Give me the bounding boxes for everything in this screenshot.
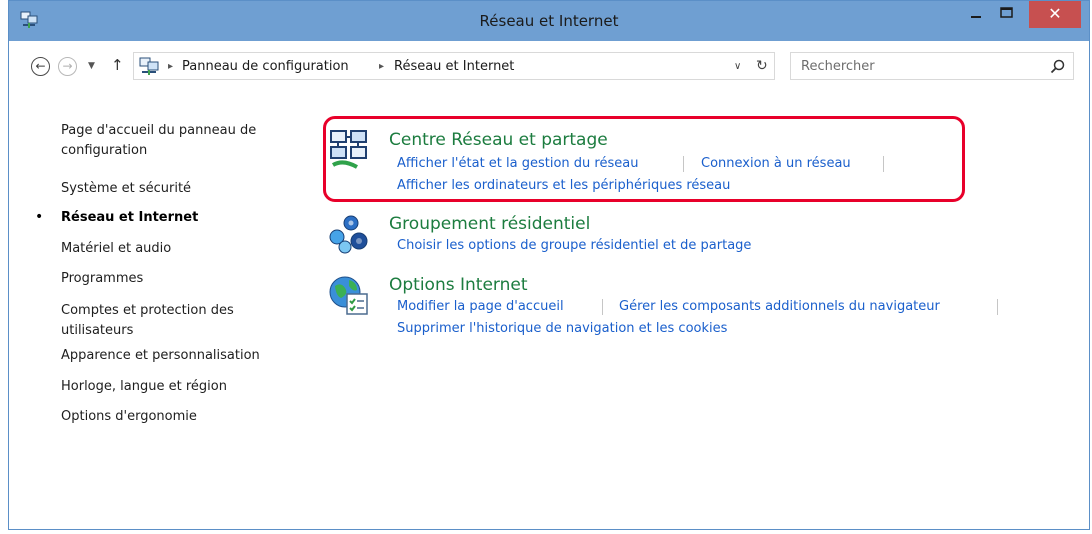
control-panel-location-icon [139,57,159,75]
sidebar-item-system-security[interactable]: Système et sécurité [61,179,191,199]
link-manage-addons[interactable]: Gérer les composants additionnels du nav… [619,297,940,317]
breadcrumb-separator-icon[interactable]: ▸ [379,53,384,80]
title-bar[interactable]: Réseau et Internet ✕ [9,1,1089,41]
sidebar-item-user-accounts[interactable]: Comptes et protection des utilisateurs [61,301,234,341]
breadcrumb-network-internet[interactable]: Réseau et Internet [394,53,514,80]
up-button[interactable]: ↑ [111,56,124,75]
navigation-bar: ← → ▼ ↑ ▸ Panneau de configuration ▸ Rés… [9,52,1089,80]
sidebar-item-programs[interactable]: Programmes [61,269,143,289]
link-divider [997,299,998,315]
forward-button[interactable]: → [58,57,77,76]
sidebar-item-label: utilisateurs [61,323,134,338]
sidebar-item-clock-region[interactable]: Horloge, langue et région [61,377,227,397]
control-panel-window: Réseau et Internet ✕ ← → ▼ ↑ ▸ Panneau d… [8,0,1090,530]
close-button[interactable]: ✕ [1029,1,1081,28]
breadcrumb-control-panel[interactable]: Panneau de configuration [182,53,349,80]
sidebar-item-hardware-sound[interactable]: Matériel et audio [61,239,171,259]
internet-options-icon[interactable] [327,274,371,318]
back-button[interactable]: ← [31,57,50,76]
refresh-icon[interactable]: ↻ [756,53,768,80]
maximize-button[interactable] [991,1,1021,29]
sidebar-item-label: Comptes et protection des [61,303,234,318]
sidebar-item-ease-of-access[interactable]: Options d'ergonomie [61,407,197,427]
address-dropdown-icon[interactable]: ∨ [734,53,741,80]
link-change-home-page[interactable]: Modifier la page d'accueil [397,297,564,317]
sidebar-item-appearance[interactable]: Apparence et personnalisation [61,346,260,366]
minimize-button[interactable] [961,1,991,29]
sidebar-item-control-panel-home[interactable]: Page d'accueil du panneau de configurati… [61,121,256,161]
highlight-annotation [323,116,965,202]
search-placeholder[interactable]: Rechercher [801,53,875,80]
minimize-icon [971,16,981,18]
breadcrumb-separator-icon[interactable]: ▸ [168,53,173,80]
sidebar-item-label: configuration [61,143,148,158]
link-delete-browsing-history[interactable]: Supprimer l'historique de navigation et … [397,319,727,339]
recent-locations-dropdown[interactable]: ▼ [88,57,95,76]
search-box[interactable]: Rechercher [790,52,1074,80]
address-bar[interactable]: ▸ Panneau de configuration ▸ Réseau et I… [133,52,775,80]
link-divider [602,299,603,315]
sidebar-item-label: Page d'accueil du panneau de [61,123,257,138]
homegroup-icon[interactable] [327,213,371,257]
sidebar-item-network-internet: Réseau et Internet [61,210,199,225]
category-title[interactable]: Groupement résidentiel [389,213,590,235]
search-icon[interactable] [1050,59,1065,74]
link-homegroup-options[interactable]: Choisir les options de groupe résidentie… [397,236,751,256]
current-item-bullet-icon: • [35,209,44,225]
category-title[interactable]: Options Internet [389,274,528,296]
window-title: Réseau et Internet [479,12,619,30]
